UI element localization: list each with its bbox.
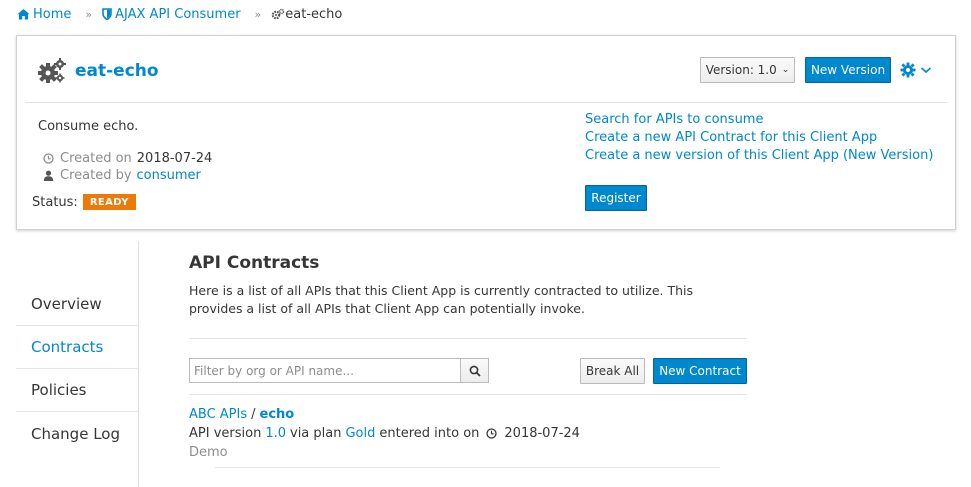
breadcrumb: Home » AJAX API Consumer » eat-echo	[17, 5, 342, 23]
divider	[189, 394, 747, 395]
gears-icon	[271, 8, 285, 20]
break-all-button[interactable]: Break All	[580, 358, 645, 384]
created-by-label: Created by	[60, 168, 132, 183]
created-by: Created by consumer	[43, 168, 201, 183]
new-version-button[interactable]: New Version	[805, 57, 891, 83]
created-on: Created on 2018-07-24	[43, 151, 212, 166]
status-label: Status:	[32, 194, 78, 210]
gear-icon	[900, 62, 916, 78]
chevron-down-icon: ⌄	[781, 65, 790, 75]
search-button[interactable]	[460, 358, 489, 383]
create-contract-link[interactable]: Create a new API Contract for this Clien…	[585, 129, 933, 147]
gears-icon	[38, 58, 66, 83]
client-app-description: Consume echo.	[38, 119, 139, 134]
contract-version-link[interactable]: 1.0	[265, 424, 286, 443]
search-icon	[469, 365, 481, 377]
home-icon	[17, 9, 30, 20]
create-version-link[interactable]: Create a new version of this Client App …	[585, 147, 933, 165]
breadcrumb-separator: »	[254, 7, 262, 21]
version-dropdown-label: Version: 1.0	[705, 63, 777, 77]
status-badge: READY	[82, 194, 136, 210]
contract-plan-prefix: via plan	[290, 426, 342, 441]
breadcrumb-separator: »	[85, 7, 93, 21]
created-by-user-link[interactable]: consumer	[137, 168, 201, 183]
contract-plan-link[interactable]: Gold	[345, 424, 375, 443]
new-contract-button[interactable]: New Contract	[653, 358, 747, 384]
contract-list-item: ABC APIs / echo API version 1.0 via plan…	[189, 405, 580, 462]
side-nav: Overview Contracts Policies Change Log	[16, 283, 139, 455]
contract-slash: /	[251, 407, 256, 422]
chevron-down-icon	[920, 67, 932, 74]
shield-icon	[102, 8, 112, 20]
contract-details: API version 1.0 via plan Gold entered in…	[189, 424, 580, 443]
status: Status: READY	[32, 194, 136, 210]
version-dropdown[interactable]: Version: 1.0 ⌄	[700, 57, 795, 83]
contract-api-link[interactable]: echo	[260, 405, 295, 424]
breadcrumb-current-label: eat-echo	[285, 6, 343, 22]
page-title: API Contracts	[189, 253, 320, 273]
user-icon	[43, 170, 54, 181]
breadcrumb-current: eat-echo	[271, 7, 342, 22]
nav-item-contracts[interactable]: Contracts	[16, 326, 139, 369]
divider	[215, 467, 720, 468]
client-app-header-card: eat-echo Version: 1.0 ⌄ New Version Cons…	[16, 35, 956, 230]
nav-item-overview[interactable]: Overview	[16, 283, 139, 326]
client-app-title: eat-echo	[37, 58, 159, 84]
nav-item-change-log[interactable]: Change Log	[16, 412, 139, 455]
client-app-name: eat-echo	[75, 61, 159, 81]
breadcrumb-home-label: Home	[33, 6, 72, 22]
contract-date-prefix: entered into on	[379, 426, 480, 441]
contract-note: Demo	[189, 445, 228, 460]
action-links: Search for APIs to consume Create a new …	[585, 111, 933, 165]
breadcrumb-app-label: AJAX API Consumer	[115, 6, 241, 22]
created-on-label: Created on	[60, 151, 132, 166]
contract-version-prefix: API version	[189, 426, 262, 441]
contract-date: 2018-07-24	[504, 426, 580, 441]
contract-org-link[interactable]: ABC APIs	[189, 405, 247, 424]
card-divider	[25, 102, 947, 103]
filter-input[interactable]	[189, 358, 461, 383]
register-button[interactable]: Register	[585, 185, 647, 211]
nav-item-policies[interactable]: Policies	[16, 369, 139, 412]
search-apis-link[interactable]: Search for APIs to consume	[585, 111, 933, 129]
divider	[189, 338, 747, 339]
clock-icon	[43, 153, 54, 164]
breadcrumb-app[interactable]: AJAX API Consumer	[102, 6, 241, 22]
contract-api-name: ABC APIs / echo	[189, 405, 580, 424]
actions-menu[interactable]	[900, 62, 932, 78]
clock-icon	[486, 428, 498, 439]
page-description: Here is a list of all APIs that this Cli…	[189, 283, 694, 316]
created-on-value: 2018-07-24	[136, 151, 213, 166]
breadcrumb-home[interactable]: Home	[17, 7, 71, 22]
